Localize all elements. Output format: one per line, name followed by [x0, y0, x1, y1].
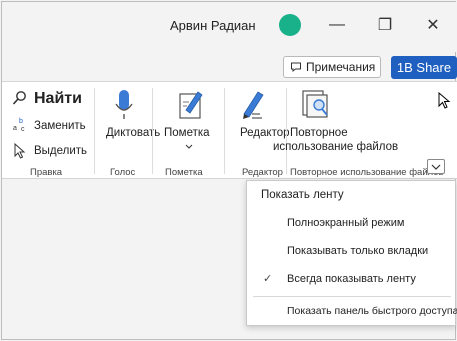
group-separator: [224, 88, 225, 174]
markup-button[interactable]: Пометка: [164, 127, 210, 139]
mouse-cursor-icon: [438, 92, 451, 109]
group-label-reuse-files: Повторное использование файлов: [290, 167, 444, 178]
menu-item-fullscreen[interactable]: Полноэкранный режим: [287, 217, 405, 229]
comment-icon: [291, 62, 301, 73]
menu-item-tabs-only[interactable]: Показывать только вкладки: [287, 245, 428, 257]
minimize-button[interactable]: —: [324, 12, 350, 38]
group-label-markup: Пометка: [165, 167, 203, 178]
check-icon: ✓: [263, 273, 273, 285]
menu-header: Показать ленту: [261, 189, 344, 201]
comments-label: Примечания: [306, 60, 376, 74]
user-name: Арвин Радиан: [170, 18, 256, 33]
ribbon-display-options-button[interactable]: [427, 159, 445, 174]
group-label-edit: Правка: [30, 167, 63, 178]
reuse-files-button[interactable]: Повторное: [290, 127, 348, 139]
reuse-files-button-line2[interactable]: использование файлов: [273, 141, 398, 153]
search-icon: [12, 91, 26, 105]
user-avatar[interactable]: [279, 14, 301, 36]
restore-icon: ❐: [377, 17, 393, 34]
find-button[interactable]: Найти: [34, 90, 82, 108]
menu-divider: [253, 296, 451, 297]
group-separator: [94, 88, 95, 174]
markup-icon: [179, 91, 203, 119]
ribbon: Найти bac Заменить Выделить Правка Дикто…: [2, 81, 457, 179]
editor-pen-icon: [243, 91, 264, 119]
share-button[interactable]: 1B Share: [391, 56, 457, 79]
close-button[interactable]: ✕: [420, 12, 446, 38]
minimize-icon: —: [329, 16, 345, 33]
replace-icon: ba c: [13, 118, 25, 132]
title-bar: Арвин Радиан — ❐ ✕: [2, 2, 457, 52]
chevron-down-icon: [185, 144, 193, 149]
restore-button[interactable]: ❐: [372, 12, 398, 38]
ribbon-display-menu: Показать ленту Полноэкранный режим Показ…: [246, 180, 457, 326]
svg-text:c: c: [21, 126, 25, 132]
editor-button[interactable]: Редактор: [240, 127, 290, 139]
app-window: Арвин Радиан — ❐ ✕ Примечания 1B Share Н…: [1, 1, 457, 340]
comments-button[interactable]: Примечания: [283, 56, 381, 78]
menu-item-quick-access[interactable]: Показать панель быстрого доступа: [287, 305, 457, 317]
select-cursor-icon: [14, 143, 26, 159]
replace-button[interactable]: Заменить: [34, 120, 86, 132]
close-icon: ✕: [426, 17, 440, 34]
microphone-icon: [115, 90, 133, 119]
reuse-files-icon: [302, 90, 328, 118]
svg-text:a: a: [13, 125, 17, 132]
group-label-editor: Редактор: [242, 167, 283, 178]
select-button[interactable]: Выделить: [34, 145, 87, 157]
svg-text:b: b: [19, 118, 23, 125]
group-separator: [152, 88, 153, 174]
menu-item-always-show[interactable]: Всегда показывать ленту: [287, 273, 416, 285]
chevron-down-icon: [431, 164, 441, 170]
group-separator: [286, 88, 287, 174]
group-label-voice: Голос: [110, 167, 136, 178]
